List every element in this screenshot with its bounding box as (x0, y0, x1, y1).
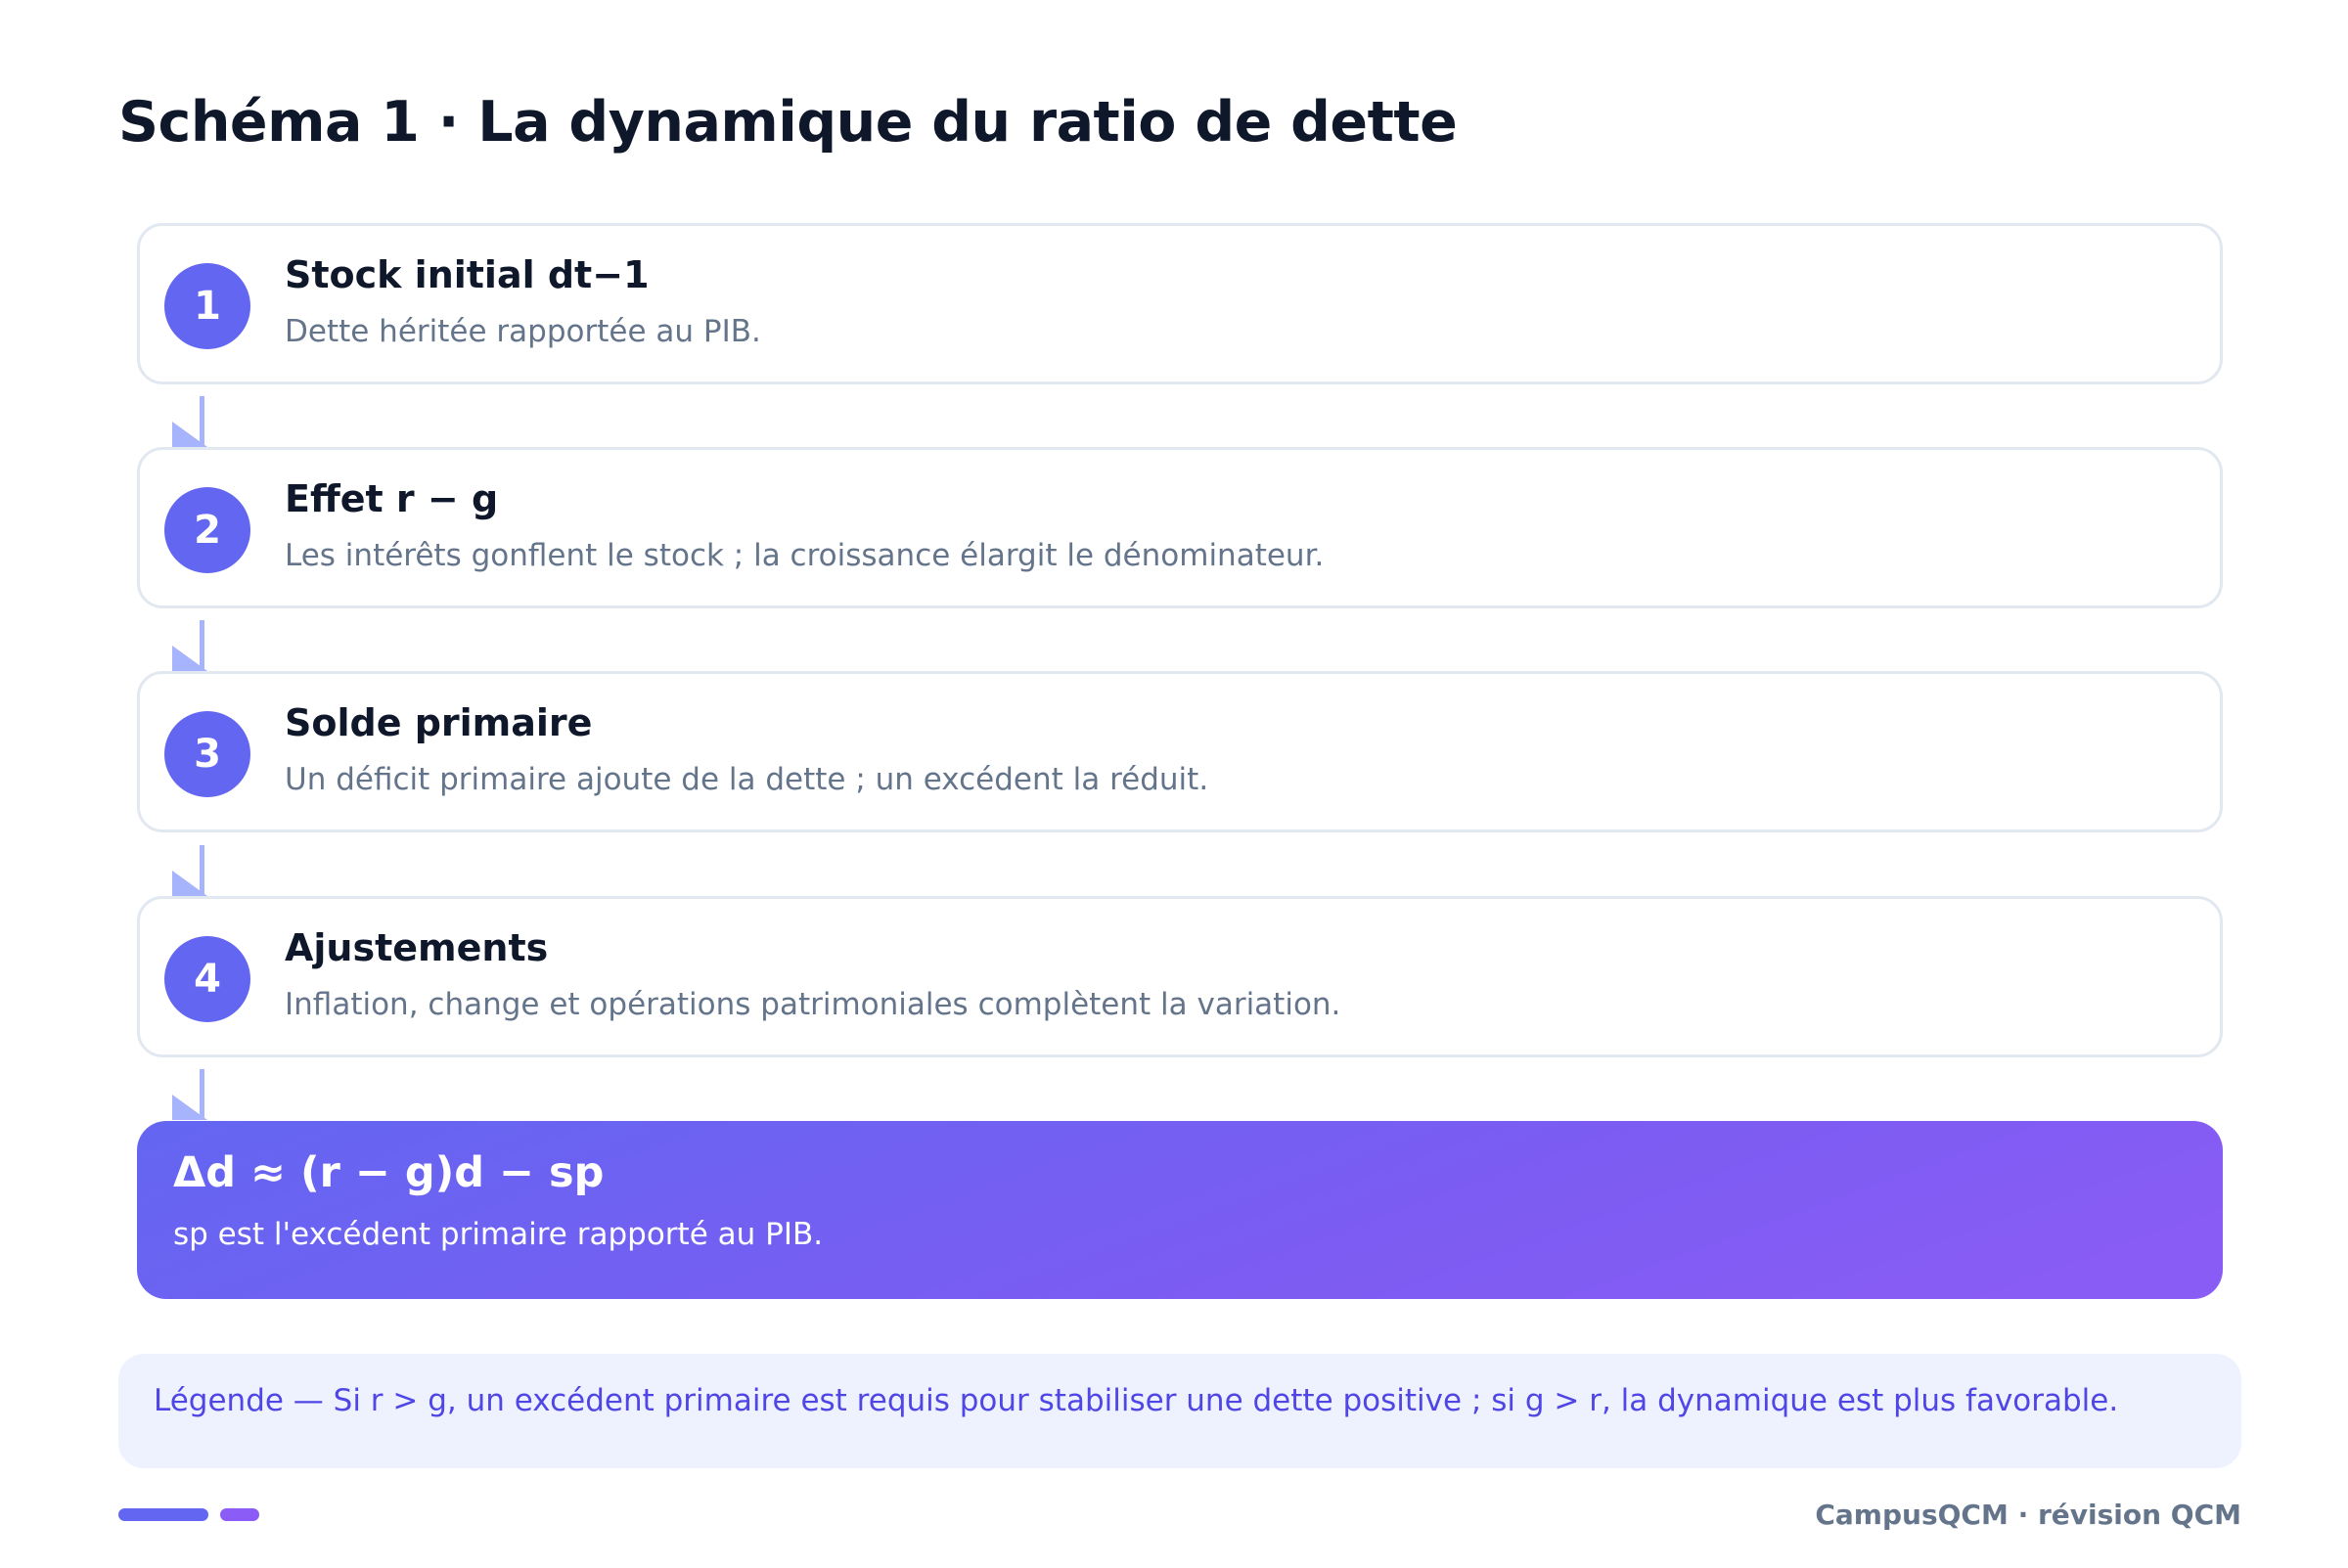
formula-box: Δd ≈ (r − g)d − sp sp est l'excédent pri… (137, 1121, 2223, 1299)
step-description: Un déficit primaire ajoute de la dette ;… (285, 762, 1209, 797)
step-number-badge: 4 (164, 936, 250, 1022)
step-card-4: 4 Ajustements Inflation, change et opéra… (137, 896, 2223, 1057)
step-description: Les intérêts gonflent le stock ; la croi… (285, 538, 1325, 573)
page-title: Schéma 1 · La dynamique du ratio de dett… (118, 90, 1458, 155)
step-description: Inflation, change et opérations patrimon… (285, 987, 1341, 1022)
decorative-bar (118, 1508, 208, 1521)
arrow-down-icon (172, 1069, 207, 1120)
step-title: Stock initial dt−1 (285, 253, 650, 296)
arrow-down-icon (172, 620, 207, 671)
step-title: Ajustements (285, 926, 549, 969)
arrow-down-icon (172, 845, 207, 896)
arrow-down-icon (172, 396, 207, 447)
step-description: Dette héritée rapportée au PIB. (285, 314, 761, 349)
step-title: Effet r − g (285, 477, 499, 520)
step-number-badge: 2 (164, 487, 250, 573)
formula-title: Δd ≈ (r − g)d − sp (173, 1148, 605, 1197)
step-card-1: 1 Stock initial dt−1 Dette héritée rappo… (137, 223, 2223, 384)
legend-box: Légende — Si r > g, un excédent primaire… (118, 1354, 2241, 1468)
step-number-badge: 3 (164, 711, 250, 797)
formula-description: sp est l'excédent primaire rapporté au P… (173, 1217, 824, 1252)
legend-text: Légende — Si r > g, un excédent primaire… (154, 1383, 2119, 1418)
step-card-3: 3 Solde primaire Un déficit primaire ajo… (137, 671, 2223, 832)
step-number-badge: 1 (164, 263, 250, 349)
footer-brand: CampusQCM · révision QCM (1815, 1499, 2241, 1531)
decorative-bar (220, 1508, 259, 1521)
step-card-2: 2 Effet r − g Les intérêts gonflent le s… (137, 447, 2223, 608)
step-title: Solde primaire (285, 701, 593, 744)
